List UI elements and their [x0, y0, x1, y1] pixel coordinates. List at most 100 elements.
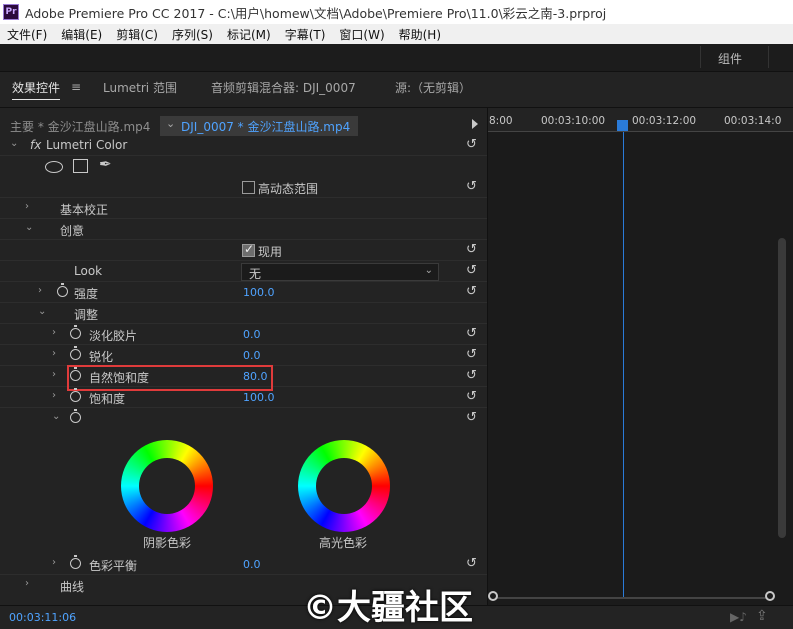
faded-film-row: › 淡化胶片 0.0 ↺ [0, 324, 487, 345]
panel-tab-bar: 效果控件 ≡ Lumetri 范围 音频剪辑混合器: DJI_0007 源:（无… [0, 72, 793, 108]
chevron-right-icon[interactable]: › [25, 578, 29, 589]
saturation-value[interactable]: 100.0 [243, 391, 275, 404]
play-icon[interactable] [472, 119, 478, 129]
effect-name: Lumetri Color [46, 138, 128, 152]
look-dropdown[interactable]: 无 ⌄ [241, 263, 439, 281]
menu-sequence[interactable]: 序列(S) [165, 26, 220, 43]
chevron-right-icon[interactable]: › [52, 390, 56, 401]
menu-title[interactable]: 字幕(T) [278, 26, 333, 43]
faded-film-value[interactable]: 0.0 [243, 328, 261, 341]
tab-effect-controls[interactable]: 效果控件 [12, 79, 61, 100]
chevron-down-icon[interactable]: ⌄ [38, 306, 46, 317]
chevron-down-icon[interactable]: ⌄ [52, 411, 60, 422]
highlight-tint-wheel[interactable] [298, 440, 390, 532]
menu-file[interactable]: 文件(F) [0, 26, 54, 43]
enable-row: 现用 ↺ [0, 240, 487, 261]
sequence-clip-label[interactable]: DJI_0007 * 金沙江盘山路.mp4 [181, 118, 350, 135]
menu-help[interactable]: 帮助(H) [392, 26, 448, 43]
chevron-down-icon[interactable]: ⌄ [166, 117, 175, 130]
section-label: 创意 [60, 224, 85, 238]
current-timecode[interactable]: 00:03:11:06 [9, 611, 76, 624]
stopwatch-icon[interactable] [70, 388, 81, 402]
reset-icon[interactable]: ↺ [466, 368, 477, 383]
stopwatch-icon[interactable] [70, 346, 81, 360]
chevron-right-icon[interactable]: › [52, 557, 56, 568]
scroll-end-handle[interactable] [765, 591, 775, 601]
sharpen-value[interactable]: 0.0 [243, 349, 261, 362]
workspace-components-tab[interactable]: 组件 [718, 50, 742, 67]
stopwatch-icon[interactable] [57, 283, 68, 297]
ruler-tick-label: 00:03:10:00 [541, 115, 606, 127]
chevron-right-icon[interactable]: › [52, 369, 56, 380]
chevron-down-icon[interactable]: ⌄ [25, 222, 33, 233]
reset-icon[interactable]: ↺ [466, 410, 477, 425]
faded-film-label: 淡化胶片 [89, 329, 138, 343]
menu-window[interactable]: 窗口(W) [332, 26, 391, 43]
reset-icon[interactable]: ↺ [466, 284, 477, 299]
menu-edit[interactable]: 编辑(E) [54, 26, 109, 43]
rectangle-mask-icon[interactable] [73, 159, 88, 173]
reset-icon[interactable]: ↺ [466, 326, 477, 341]
shadow-tint-wheel[interactable] [121, 440, 213, 532]
color-balance-row: › 色彩平衡 0.0 ↺ [0, 554, 487, 575]
tab-source[interactable]: 源:（无剪辑） [395, 79, 471, 96]
panel-menu-icon[interactable]: ≡ [71, 80, 81, 94]
chevron-right-icon[interactable]: › [25, 201, 29, 212]
chevron-right-icon[interactable]: › [52, 348, 56, 359]
play-audio-icon[interactable]: ▶♪ [730, 610, 747, 624]
vertical-scrollbar[interactable] [778, 238, 786, 538]
stopwatch-icon[interactable] [70, 409, 81, 423]
color-balance-label: 色彩平衡 [89, 559, 138, 573]
look-label: Look [74, 264, 103, 278]
scroll-start-handle[interactable] [488, 591, 498, 601]
menu-marker[interactable]: 标记(M) [220, 26, 278, 43]
time-ruler[interactable]: 8:00 00:03:10:00 00:03:12:00 00:03:14:0 [488, 108, 793, 132]
curves-label: 曲线 [60, 580, 85, 594]
pen-mask-icon[interactable]: ✒ [99, 155, 112, 173]
ellipse-mask-icon[interactable] [45, 161, 63, 173]
enable-checkbox[interactable] [242, 242, 255, 257]
horizontal-scrollbar[interactable] [494, 597, 769, 599]
timeline-panel: 8:00 00:03:10:00 00:03:12:00 00:03:14:0 [487, 108, 793, 605]
playhead-line[interactable] [623, 132, 624, 597]
sharpen-label: 锐化 [89, 350, 114, 364]
hdr-row: 高动态范围 ↺ [0, 177, 487, 198]
tab-lumetri-scopes[interactable]: Lumetri 范围 [103, 79, 177, 96]
highlight-tint-label: 高光色彩 [319, 536, 368, 550]
reset-icon[interactable]: ↺ [466, 179, 477, 194]
section-basic-correction[interactable]: › 基本校正 [0, 198, 487, 219]
ruler-tick-label: 8:00 [489, 115, 513, 127]
tint-wheels-row: ⌄ ↺ [0, 408, 487, 429]
master-clip-label[interactable]: 主要 * 金沙江盘山路.mp4 [10, 118, 150, 135]
stopwatch-icon[interactable] [70, 325, 81, 339]
hdr-checkbox[interactable] [242, 181, 255, 194]
title-bar: Pr Adobe Premiere Pro CC 2017 - C:\用户\ho… [0, 0, 793, 24]
reset-icon[interactable]: ↺ [466, 347, 477, 362]
reset-icon[interactable]: ↺ [466, 556, 477, 571]
stopwatch-icon[interactable] [70, 555, 81, 569]
chevron-down-icon[interactable]: ⌄ [425, 265, 433, 276]
reset-icon[interactable]: ↺ [466, 263, 477, 278]
export-icon[interactable]: ⇪ [756, 608, 768, 624]
workspace-bar [0, 44, 793, 72]
workspace-divider [768, 46, 769, 68]
chevron-right-icon[interactable]: › [38, 285, 42, 296]
ruler-tick-label: 00:03:12:00 [632, 115, 697, 127]
workspace-divider [700, 46, 701, 68]
chevron-right-icon[interactable]: › [52, 327, 56, 338]
color-balance-value[interactable]: 0.0 [243, 558, 261, 571]
intensity-value[interactable]: 100.0 [243, 286, 275, 299]
tab-audio-clip-mixer[interactable]: 音频剪辑混合器: DJI_0007 [211, 79, 356, 96]
adjust-section[interactable]: ⌄ 调整 [0, 303, 487, 324]
reset-icon[interactable]: ↺ [466, 137, 477, 152]
playhead-handle[interactable] [617, 120, 628, 131]
look-value: 无 [249, 267, 262, 281]
effect-header-row[interactable]: ⌄ fx Lumetri Color ↺ [0, 135, 487, 156]
fx-icon[interactable]: fx [30, 138, 41, 152]
reset-icon[interactable]: ↺ [466, 242, 477, 257]
reset-icon[interactable]: ↺ [466, 389, 477, 404]
section-creative[interactable]: ⌄ 创意 [0, 219, 487, 240]
intensity-row: › 强度 100.0 ↺ [0, 282, 487, 303]
menu-clip[interactable]: 剪辑(C) [109, 26, 165, 43]
chevron-down-icon[interactable]: ⌄ [10, 138, 18, 149]
